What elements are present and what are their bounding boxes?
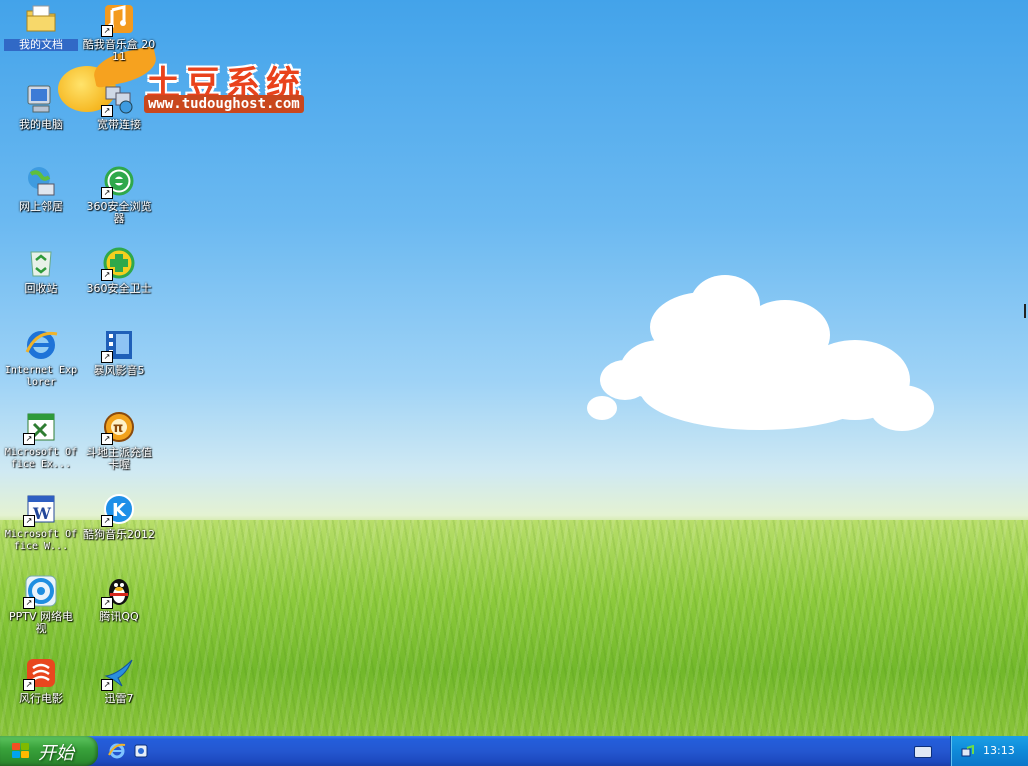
svg-text:K: K [112, 500, 127, 521]
icon-label: 斗地主派充值卡喔 [86, 446, 152, 471]
360-safeguard-icon: ↗ [101, 246, 136, 281]
icon-label: Internet Explorer [4, 365, 78, 388]
logo-url: www.tudoughost.com [144, 95, 304, 113]
start-button[interactable]: 开始 [0, 736, 98, 766]
windows-flag-icon [12, 743, 30, 759]
qq-penguin-icon: ↗ [101, 574, 136, 609]
icon-label: 迅雷7 [104, 692, 134, 705]
doudizhu-game-icon: π ↗ [101, 410, 136, 445]
desktop-icon-kuwo-music[interactable]: ↗ 酷我音乐盒 2011 [82, 2, 156, 63]
desktop-icon-my-documents[interactable]: 我的文档 [4, 2, 78, 51]
desktop-icon-xunlei-7[interactable]: ↗ 迅雷7 [82, 656, 156, 705]
icon-label: 宽带连接 [97, 118, 141, 131]
desktop-icon-kugou-music[interactable]: K ↗ 酷狗音乐2012 [82, 492, 156, 541]
internet-explorer-icon[interactable] [108, 742, 126, 760]
icon-label: 我的电脑 [19, 118, 63, 131]
icon-label: 酷我音乐盒 2011 [82, 38, 156, 63]
network-tray-icon[interactable] [961, 744, 975, 758]
icon-label: Microsoft Office Ex... [4, 447, 78, 470]
shortcut-arrow-icon: ↗ [101, 105, 113, 117]
svg-text:W: W [32, 504, 52, 523]
kugou-music-icon: K ↗ [101, 492, 136, 527]
xunlei-bird-icon: ↗ [101, 656, 136, 691]
desktop-icon-office-excel[interactable]: ↗ Microsoft Office Ex... [4, 410, 78, 471]
start-label: 开始 [38, 743, 74, 764]
shortcut-arrow-icon: ↗ [101, 433, 113, 445]
system-tray: 13:13 [950, 736, 1028, 766]
icon-label: 暴风影音5 [93, 364, 145, 377]
internet-explorer-icon [24, 328, 58, 362]
desktop-icon-my-computer[interactable]: 我的电脑 [4, 82, 78, 131]
shortcut-arrow-icon: ↗ [101, 515, 113, 527]
taskbar-clock[interactable]: 13:13 [983, 744, 1015, 757]
kuwo-music-icon: ↗ [101, 2, 136, 37]
baofeng-player-icon: ↗ [101, 328, 136, 363]
desktop-icon-pptv[interactable]: ↗ PPTV 网络电视 [4, 574, 78, 635]
desktop-icon-baofeng-player[interactable]: ↗ 暴风影音5 [82, 328, 156, 377]
desktop-icon-internet-explorer[interactable]: Internet Explorer [4, 328, 78, 389]
shortcut-arrow-icon: ↗ [101, 351, 113, 363]
broadband-connection-icon: ↗ [101, 82, 136, 117]
icon-label: 酷狗音乐2012 [83, 528, 155, 541]
network-globe-icon [24, 164, 58, 198]
shortcut-arrow-icon: ↗ [101, 25, 113, 37]
recycle-bin-icon [24, 246, 58, 280]
icon-label: 回收站 [24, 282, 58, 295]
desktop-icon-funshion-movie[interactable]: ↗ 风行电影 [4, 656, 78, 705]
taskbar: 开始 13:13 [0, 736, 1028, 766]
desktop-icon-360-browser[interactable]: ↗ 360安全浏览器 [82, 164, 156, 225]
icon-label: 我的文档 [4, 39, 78, 51]
shortcut-arrow-icon: ↗ [23, 515, 35, 527]
shortcut-arrow-icon: ↗ [101, 679, 113, 691]
funshion-icon: ↗ [23, 656, 58, 691]
360-browser-icon: ↗ [101, 164, 136, 199]
shortcut-arrow-icon: ↗ [23, 597, 35, 609]
svg-text:π: π [113, 421, 123, 436]
pptv-icon: ↗ [23, 574, 58, 609]
computer-icon [24, 82, 58, 116]
tudou-logo: 土豆系统 www.tudoughost.com [38, 45, 318, 118]
icon-label: 风行电影 [19, 692, 63, 705]
shortcut-arrow-icon: ↗ [101, 597, 113, 609]
show-desktop-icon[interactable] [132, 742, 150, 760]
excel-icon: ↗ [23, 410, 58, 445]
folder-icon [24, 2, 58, 36]
shortcut-arrow-icon: ↗ [23, 679, 35, 691]
desktop-icon-network-places[interactable]: 网上邻居 [4, 164, 78, 213]
icon-label: 360安全卫士 [86, 282, 152, 295]
icon-label: Microsoft Office W... [4, 529, 78, 552]
desktop-icon-doudizhu-game[interactable]: π ↗ 斗地主派充值卡喔 [82, 410, 156, 471]
desktop-icon-office-word[interactable]: W ↗ Microsoft Office W... [4, 492, 78, 553]
keyboard-icon[interactable] [914, 746, 932, 758]
desktop-icon-tencent-qq[interactable]: ↗ 腾讯QQ [82, 574, 156, 623]
desktop-icon-broadband-connection[interactable]: ↗ 宽带连接 [82, 82, 156, 131]
desktop-icon-360-safeguard[interactable]: ↗ 360安全卫士 [82, 246, 156, 295]
icon-label: PPTV 网络电视 [8, 610, 73, 635]
icon-label: 网上邻居 [19, 200, 63, 213]
desktop-icon-recycle-bin[interactable]: 回收站 [4, 246, 78, 295]
cursor-marker [1024, 304, 1026, 318]
icon-label: 360安全浏览器 [86, 200, 152, 225]
shortcut-arrow-icon: ↗ [101, 269, 113, 281]
shortcut-arrow-icon: ↗ [101, 187, 113, 199]
icon-label: 腾讯QQ [99, 610, 139, 623]
shortcut-arrow-icon: ↗ [23, 433, 35, 445]
word-icon: W ↗ [23, 492, 58, 527]
desktop-wallpaper: 土豆系统 www.tudoughost.com 我的文档 我的电脑 网上邻居 回… [0, 0, 1028, 736]
